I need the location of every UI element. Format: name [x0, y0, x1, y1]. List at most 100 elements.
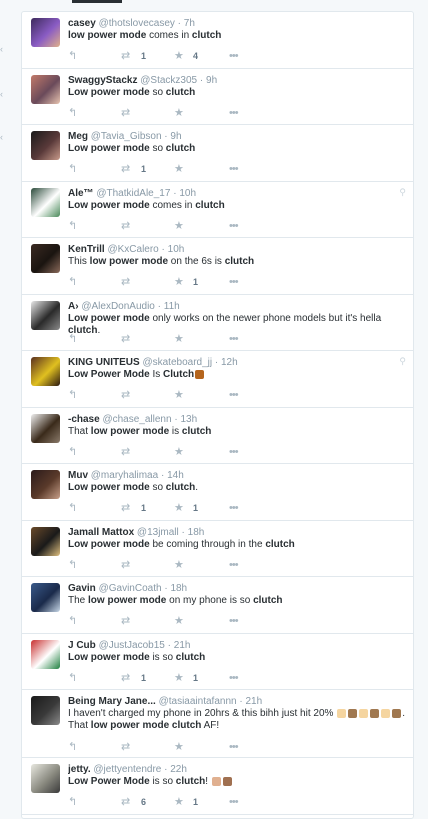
tweet-timestamp[interactable]: 21h	[245, 696, 262, 707]
author-handle[interactable]: @Tavia_Gibson	[91, 131, 162, 142]
tweet[interactable]: KenTrill @KxCalero · 10h This low power m…	[22, 238, 413, 295]
more-icon[interactable]: •••	[229, 672, 239, 684]
tweet[interactable]: Jamall Mattox @13jmall · 18h Low power mo…	[22, 521, 413, 577]
author-handle[interactable]: @tasiaaintafannn	[159, 696, 237, 707]
author-name[interactable]: Meg	[68, 131, 88, 142]
retweet-icon[interactable]: ⇄	[121, 796, 130, 808]
tweet[interactable]: Meg @Tavia_Gibson · 9h Low power mode so …	[22, 125, 413, 182]
tweet[interactable]: A› @AlexDonAudio · 11h Low power mode onl…	[22, 295, 413, 351]
tweet-timestamp[interactable]: 10h	[168, 244, 185, 255]
favorite-icon[interactable]: ★	[174, 163, 184, 175]
avatar[interactable]	[31, 526, 60, 556]
more-icon[interactable]: •••	[229, 502, 239, 514]
tweet[interactable]: casey @thotslovecasey · 7h low power mode…	[22, 12, 413, 69]
avatar[interactable]	[31, 696, 60, 725]
reply-icon[interactable]: ↰	[68, 741, 77, 753]
more-icon[interactable]: •••	[229, 50, 239, 62]
tweet[interactable]: -chase @chase_allenn · 13h That low power…	[22, 408, 413, 464]
author-name[interactable]: J Cub	[68, 640, 96, 651]
retweet-icon[interactable]: ⇄	[121, 672, 130, 684]
tweet[interactable]: Being Mary Jane... @tasiaaintafannn · 21…	[22, 690, 413, 758]
author-handle[interactable]: @jettyentendre	[93, 764, 161, 775]
author-handle[interactable]: @maryhalimaa	[91, 470, 158, 481]
avatar[interactable]	[31, 244, 60, 273]
more-icon[interactable]: •••	[229, 276, 239, 288]
author-handle[interactable]: @JustJacob15	[99, 640, 165, 651]
avatar[interactable]	[31, 470, 60, 499]
tweet-timestamp[interactable]: 7h	[184, 18, 195, 29]
author-handle[interactable]: @thotslovecasey	[99, 18, 175, 29]
more-icon[interactable]: •••	[229, 446, 239, 458]
favorite-icon[interactable]: ★	[174, 276, 184, 288]
author-name[interactable]: Gavin	[68, 583, 96, 594]
tweet[interactable]: SwaggyStackz @Stackz305 · 9h Low power mo…	[22, 69, 413, 125]
author-name[interactable]: -chase	[68, 414, 100, 425]
author-handle[interactable]: @ThatkidAle_17	[96, 188, 170, 199]
more-icon[interactable]: •••	[229, 163, 239, 175]
reply-icon[interactable]: ↰	[68, 796, 77, 808]
author-name[interactable]: A›	[68, 301, 79, 312]
tweet[interactable]: J Cub @JustJacob15 · 21h Low power mode i…	[22, 634, 413, 690]
favorite-icon[interactable]: ★	[174, 50, 184, 62]
reply-icon[interactable]: ↰	[68, 220, 77, 232]
reply-icon[interactable]: ↰	[68, 50, 77, 62]
more-icon[interactable]: •••	[229, 559, 239, 571]
author-handle[interactable]: @chase_allenn	[102, 414, 171, 425]
favorite-icon[interactable]: ★	[174, 796, 184, 808]
favorite-icon[interactable]: ★	[174, 446, 184, 458]
author-name[interactable]: casey	[68, 18, 96, 29]
tweet-timestamp[interactable]: 18h	[188, 527, 205, 538]
tweet-timestamp[interactable]: 12h	[221, 357, 238, 368]
chevron-left-icon[interactable]: ‹	[0, 132, 3, 142]
more-icon[interactable]: •••	[229, 615, 239, 627]
avatar[interactable]	[31, 639, 60, 669]
chevron-left-icon[interactable]: ‹	[0, 89, 3, 99]
author-name[interactable]: Muv	[68, 470, 88, 481]
reply-icon[interactable]: ↰	[68, 559, 77, 571]
tweet[interactable]: jetty. @jettyentendre · 22h Low Power Mod…	[22, 758, 413, 815]
avatar[interactable]	[31, 74, 60, 104]
reply-icon[interactable]: ↰	[68, 502, 77, 514]
retweet-icon[interactable]: ⇄	[121, 615, 130, 627]
favorite-icon[interactable]: ★	[174, 333, 184, 345]
author-name[interactable]: Being Mary Jane...	[68, 696, 156, 707]
retweet-icon[interactable]: ⇄	[121, 333, 130, 345]
favorite-icon[interactable]: ★	[174, 672, 184, 684]
author-handle[interactable]: @skateboard_jj	[142, 357, 212, 368]
tweet[interactable]: Muv @maryhalimaa · 14h Low power mode so …	[22, 464, 413, 521]
favorite-icon[interactable]: ★	[174, 220, 184, 232]
author-name[interactable]: jetty.	[68, 764, 91, 775]
tweet-timestamp[interactable]: 9h	[170, 131, 181, 142]
retweet-icon[interactable]: ⇄	[121, 502, 130, 514]
avatar[interactable]	[31, 18, 60, 47]
tweet-timestamp[interactable]: 21h	[174, 640, 191, 651]
more-icon[interactable]: •••	[229, 107, 239, 119]
author-handle[interactable]: @KxCalero	[107, 244, 158, 255]
author-name[interactable]: KING UNITEUS	[68, 357, 140, 368]
tweet[interactable]: KING UNITEUS @skateboard_jj · 12h Low Pow…	[22, 351, 413, 408]
tweet[interactable]: Gavin @GavinCoath · 18h The low power mod…	[22, 577, 413, 634]
reply-icon[interactable]: ↰	[68, 107, 77, 119]
more-icon[interactable]: •••	[229, 796, 239, 808]
tweet-timestamp[interactable]: 11h	[164, 301, 180, 312]
tweet-timestamp[interactable]: 22h	[170, 764, 187, 775]
tweet[interactable]: Ale™ @ThatkidAle_17 · 10h Low power mode …	[22, 182, 413, 238]
retweet-icon[interactable]: ⇄	[121, 446, 130, 458]
tweet-timestamp[interactable]: 10h	[179, 188, 196, 199]
more-icon[interactable]: •••	[229, 389, 239, 401]
avatar[interactable]	[31, 583, 60, 612]
favorite-icon[interactable]: ★	[174, 107, 184, 119]
reply-icon[interactable]: ↰	[68, 276, 77, 288]
avatar[interactable]	[31, 131, 60, 160]
retweet-icon[interactable]: ⇄	[121, 559, 130, 571]
more-icon[interactable]: •••	[229, 220, 239, 232]
favorite-icon[interactable]: ★	[174, 741, 184, 753]
author-name[interactable]: Jamall Mattox	[68, 527, 134, 538]
reply-icon[interactable]: ↰	[68, 446, 77, 458]
avatar[interactable]	[31, 357, 60, 386]
tweet-timestamp[interactable]: 14h	[167, 470, 184, 481]
favorite-icon[interactable]: ★	[174, 559, 184, 571]
reply-icon[interactable]: ↰	[68, 389, 77, 401]
retweet-icon[interactable]: ⇄	[121, 50, 130, 62]
retweet-icon[interactable]: ⇄	[121, 220, 130, 232]
